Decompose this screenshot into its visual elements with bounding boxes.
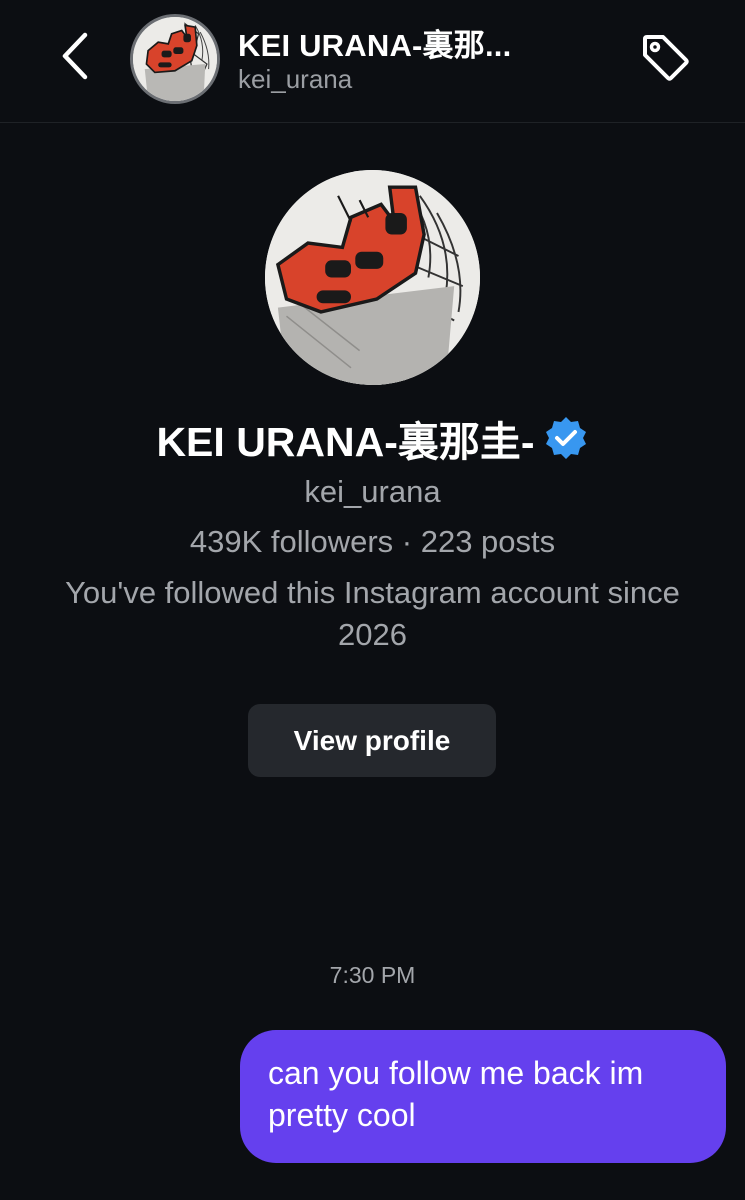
avatar-artwork [133, 17, 217, 101]
profile-stats: 439K followers · 223 posts [189, 524, 556, 559]
profile-avatar-artwork [265, 170, 480, 385]
header-username: kei_urana [238, 64, 353, 94]
thread-header: KEI URANA-裏那... kei_urana [0, 0, 745, 123]
profile-name: KEI URANA-裏那圭- [156, 419, 535, 465]
header-avatar[interactable] [130, 14, 220, 104]
profile-username: kei_urana [304, 474, 441, 509]
message-timestamp: 7:30 PM [329, 962, 416, 988]
profile-avatar[interactable] [265, 170, 480, 385]
dm-thread-screen: KEI URANA-裏那... kei_urana KEI URANA-裏那圭- [0, 0, 745, 1200]
verified-badge-icon [543, 415, 589, 461]
followed-since-note: You've followed this Instagram account s… [65, 575, 680, 652]
chevron-left-icon [62, 32, 88, 80]
header-title[interactable]: KEI URANA-裏那... [238, 20, 511, 65]
tag-button[interactable] [632, 24, 698, 90]
sent-message-bubble[interactable]: can you follow me back im pretty cool [240, 1030, 726, 1163]
profile-name-row: KEI URANA-裏那圭- [0, 408, 745, 468]
back-button[interactable] [48, 26, 104, 86]
view-profile-button[interactable]: View profile [248, 704, 496, 777]
tag-icon [643, 35, 689, 81]
